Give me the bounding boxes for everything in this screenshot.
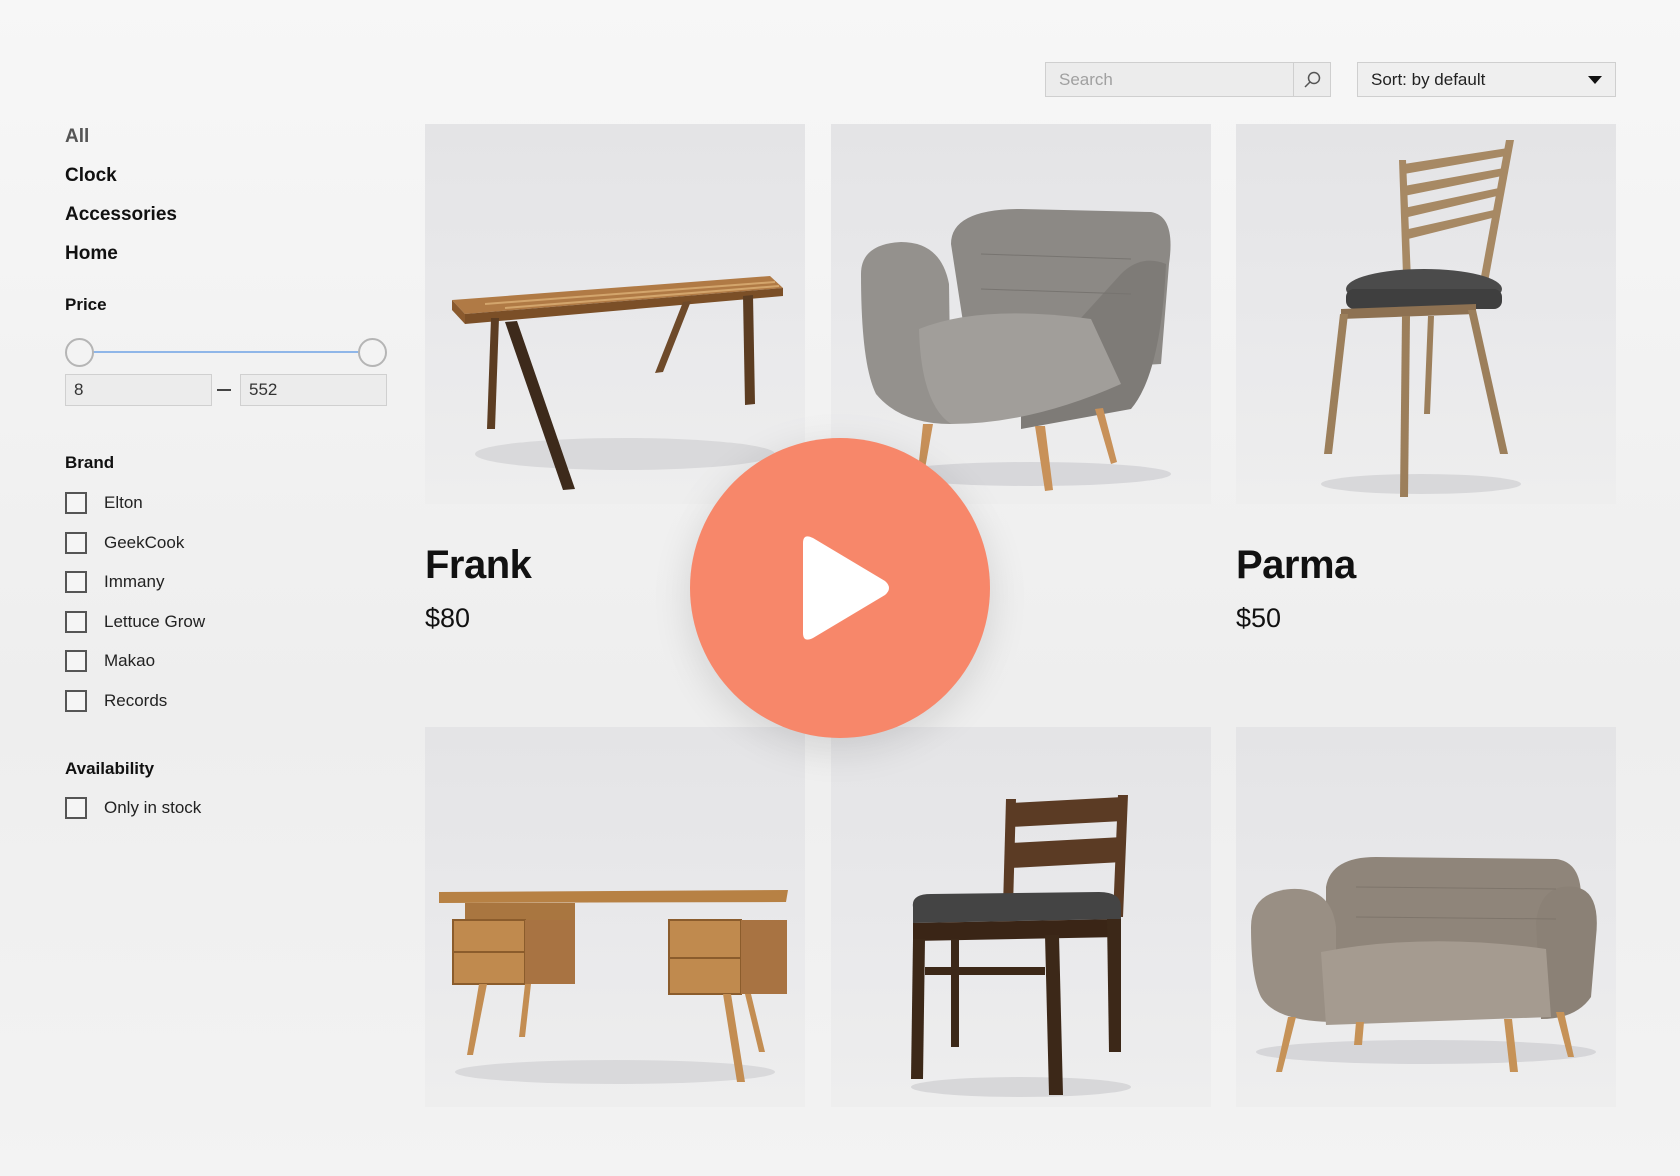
price-inputs [65, 374, 387, 408]
slider-min-handle[interactable] [65, 338, 94, 367]
product-card[interactable] [831, 727, 1211, 1107]
checkbox[interactable] [65, 689, 87, 712]
price-filter-title: Price [65, 295, 107, 314]
brand-label: Immany [104, 572, 165, 591]
checkbox[interactable] [65, 531, 87, 554]
sort-label: Sort: by default [1371, 69, 1486, 89]
search-button[interactable] [1293, 63, 1330, 96]
filters-sidebar: All Clock Accessories Home Price Brand E… [65, 125, 387, 819]
availability-list: Only in stock [65, 796, 201, 836]
category-accessories[interactable]: Accessories [65, 203, 387, 242]
brand-label: GeekCook [104, 532, 185, 552]
availability-filter-title: Availability [65, 759, 155, 778]
price-range-slider[interactable] [65, 338, 387, 367]
checkbox[interactable] [65, 797, 87, 819]
sort-dropdown[interactable]: Sort: by default [1357, 62, 1616, 97]
brand-option[interactable]: GeekCook [65, 531, 205, 571]
price-min-input[interactable] [65, 374, 212, 406]
category-home[interactable]: Home [65, 242, 387, 281]
brand-label: Elton [104, 493, 143, 512]
checkbox[interactable] [65, 610, 87, 633]
product-price: $50 [1236, 603, 1282, 633]
price-max-input[interactable] [240, 374, 387, 406]
brand-option[interactable]: Lettuce Grow [65, 610, 205, 650]
product-card[interactable] [425, 727, 805, 1107]
checkbox[interactable] [65, 492, 87, 514]
slider-track [79, 351, 373, 353]
play-video-button[interactable] [690, 438, 990, 738]
category-all[interactable]: All [65, 125, 387, 164]
brand-option[interactable]: Immany [65, 570, 205, 610]
product-card[interactable] [1236, 727, 1616, 1107]
checkbox[interactable] [65, 571, 87, 593]
product-image-table[interactable] [425, 124, 805, 504]
brand-option[interactable]: Elton [65, 491, 205, 531]
category-clock[interactable]: Clock [65, 164, 387, 203]
brand-list: Elton GeekCook Immany Lettuce Grow Makao… [65, 491, 205, 728]
product-image-loveseat[interactable] [1236, 727, 1616, 1107]
search-input[interactable] [1046, 63, 1293, 96]
search-icon [1304, 71, 1321, 88]
product-image-desk[interactable] [425, 727, 805, 1107]
product-image-dark-chair[interactable] [831, 727, 1211, 1107]
search-box [1045, 62, 1331, 97]
brand-label: Records [104, 690, 168, 710]
chevron-down-icon [1588, 75, 1602, 84]
in-stock-option[interactable]: Only in stock [65, 796, 201, 836]
product-image-chair[interactable] [1236, 124, 1616, 504]
brand-label: Makao [104, 651, 156, 670]
brand-label: Lettuce Grow [104, 611, 206, 631]
checkbox[interactable] [65, 650, 87, 672]
slider-max-handle[interactable] [358, 338, 387, 367]
availability-label: Only in stock [104, 798, 202, 817]
brand-option[interactable]: Makao [65, 649, 205, 689]
play-icon [803, 536, 889, 640]
product-name[interactable]: Parma [1236, 542, 1616, 588]
brand-filter-title: Brand [65, 453, 115, 472]
brand-option[interactable]: Records [65, 689, 205, 729]
range-dash [217, 389, 231, 391]
product-card[interactable]: Parma $50 [1236, 124, 1616, 634]
